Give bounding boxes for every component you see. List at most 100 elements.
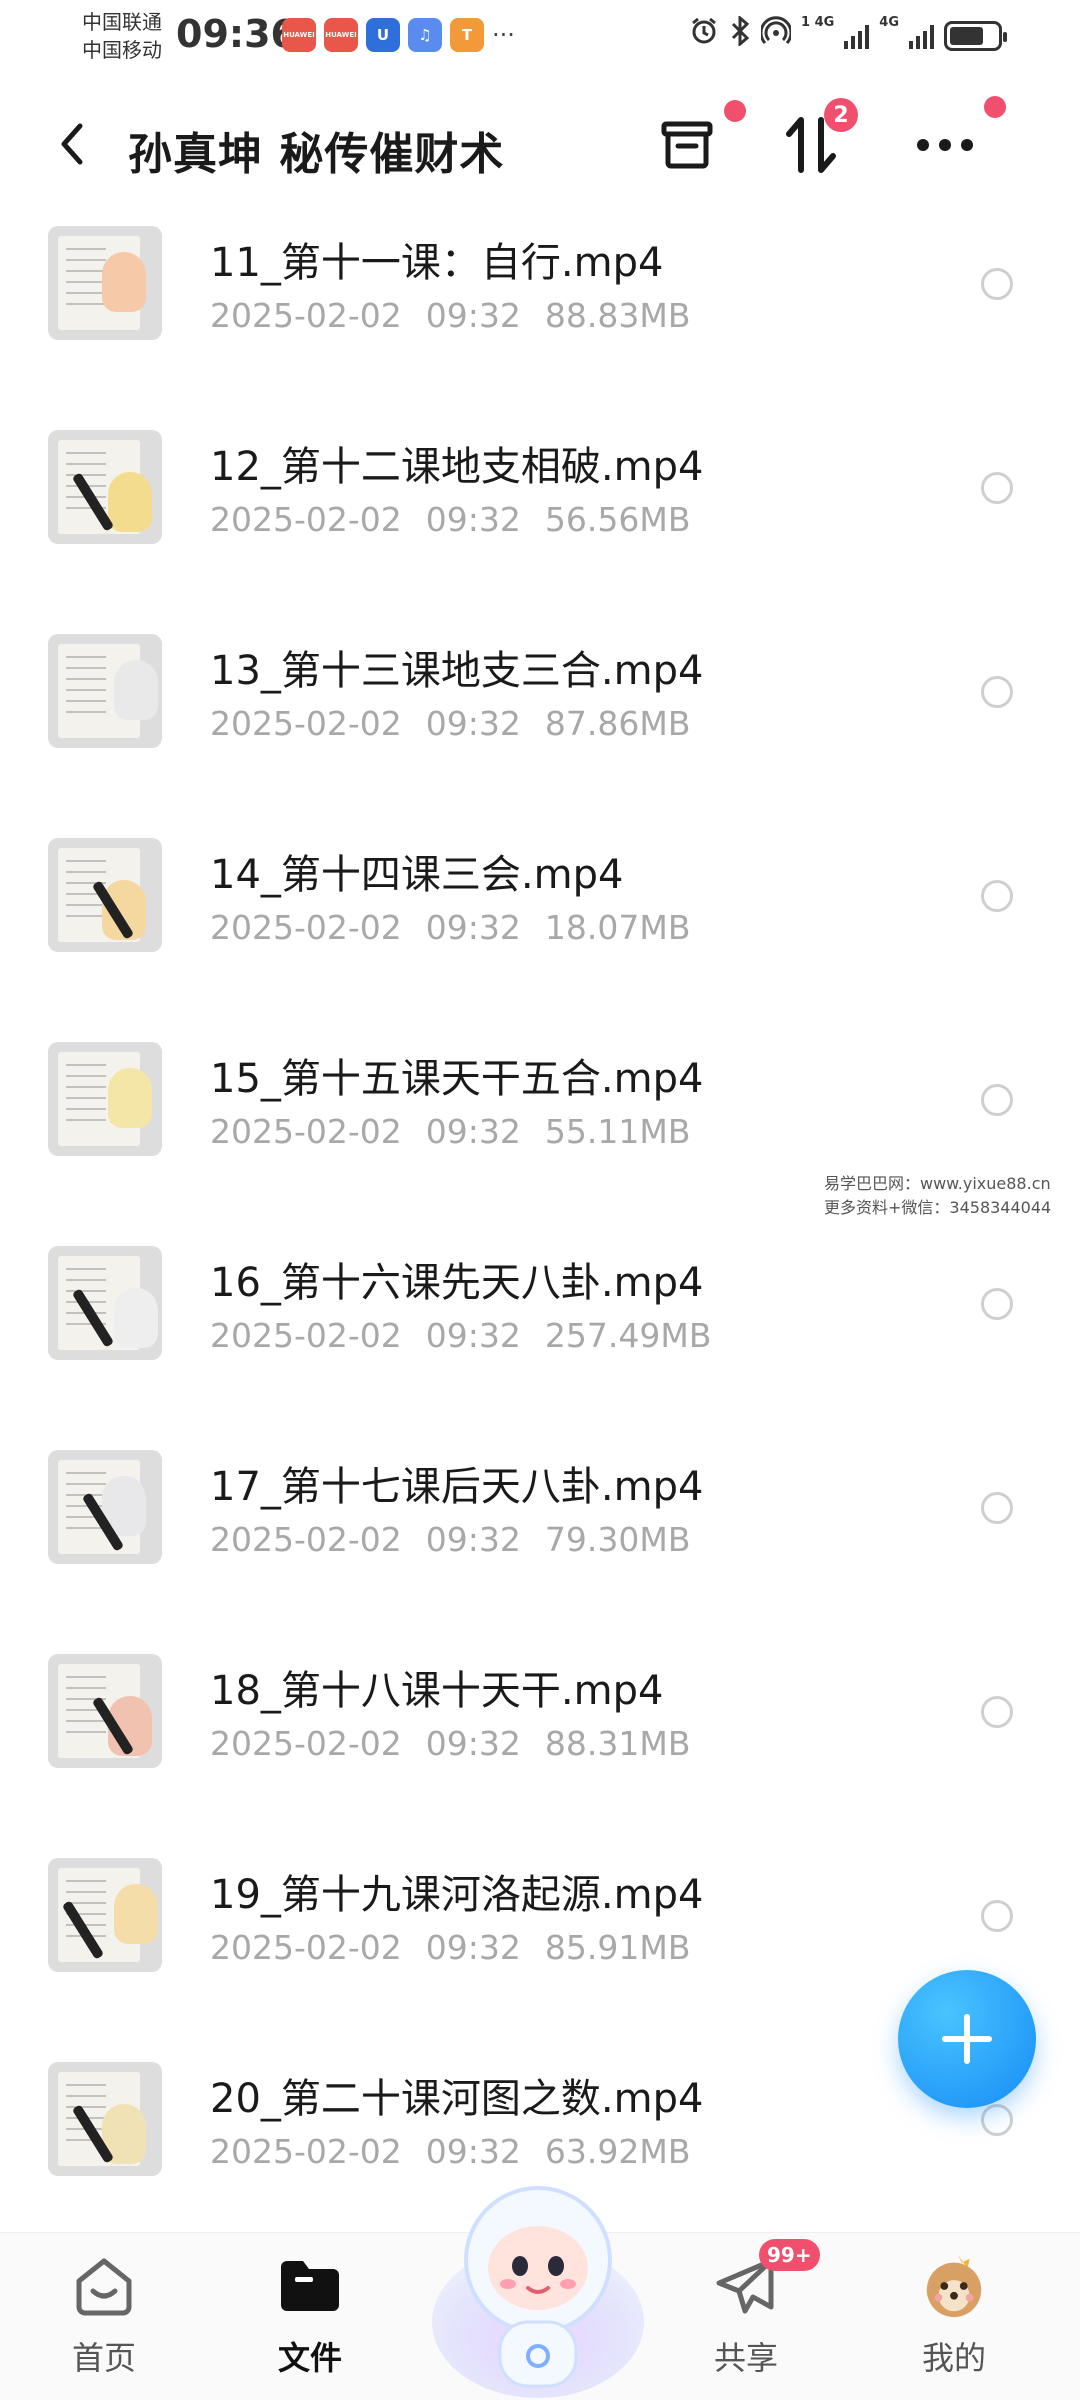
battery-icon <box>944 20 1007 51</box>
file-size: 88.31MB <box>544 1724 691 1763</box>
watermark-line-1: 易学巴巴网：www.yixue88.cn <box>824 1174 1051 1193</box>
paper-plane-icon: 99+ <box>711 2239 820 2321</box>
video-thumbnail <box>48 1858 162 1972</box>
nav-share[interactable]: 99+ 共享 <box>676 2239 820 2391</box>
select-checkbox[interactable] <box>981 472 1013 504</box>
file-meta: 2025-02-02 09:32 18.07MB <box>210 908 690 947</box>
file-size: 55.11MB <box>544 1112 691 1151</box>
file-size: 56.56MB <box>544 500 691 539</box>
file-meta: 2025-02-02 09:32 63.92MB <box>210 2132 690 2171</box>
file-time: 09:32 <box>425 2132 521 2171</box>
archive-button[interactable] <box>652 100 746 180</box>
file-size: 63.92MB <box>544 2132 691 2171</box>
file-name: 15_第十五课天干五合.mp4 <box>210 1056 704 1102</box>
video-thumbnail <box>48 1246 162 1360</box>
file-row[interactable]: 12_第十二课地支相破.mp4 2025-02-02 09:32 56.56MB <box>0 406 1080 610</box>
clock: 09:36 <box>176 12 297 56</box>
file-row[interactable]: 18_第十八课十天干.mp4 2025-02-02 09:32 88.31MB <box>0 1630 1080 1834</box>
file-date: 2025-02-02 <box>210 1520 402 1559</box>
video-thumbnail <box>48 2062 162 2176</box>
video-thumbnail <box>48 1042 162 1156</box>
video-thumbnail <box>48 1450 162 1564</box>
file-size: 79.30MB <box>544 1520 691 1559</box>
network-type-1: 1 4G <box>801 16 834 30</box>
select-checkbox[interactable] <box>981 268 1013 300</box>
ai-assistant-mascot-button[interactable] <box>428 2172 648 2398</box>
carrier-2: 中国移动 <box>82 38 162 62</box>
file-row[interactable]: 13_第十三课地支三合.mp4 2025-02-02 09:32 87.86MB <box>0 610 1080 814</box>
select-checkbox[interactable] <box>981 880 1013 912</box>
bluetooth-icon <box>729 14 751 55</box>
system-icons: 1 4G 4G <box>689 14 1007 55</box>
nav-mine-label: 我的 <box>921 2339 986 2377</box>
file-date: 2025-02-02 <box>210 1724 402 1763</box>
folder-icon <box>275 2251 345 2321</box>
file-name: 12_第十二课地支相破.mp4 <box>210 444 704 490</box>
music-icon: ♫ <box>408 18 442 52</box>
file-date: 2025-02-02 <box>210 1928 402 1967</box>
sort-badge: 2 <box>824 98 858 132</box>
file-name: 13_第十三课地支三合.mp4 <box>210 648 704 694</box>
select-checkbox[interactable] <box>981 676 1013 708</box>
select-checkbox[interactable] <box>981 1084 1013 1116</box>
file-meta: 2025-02-02 09:32 257.49MB <box>210 1316 711 1355</box>
select-checkbox[interactable] <box>981 2104 1013 2136</box>
file-size: 257.49MB <box>544 1316 712 1355</box>
watermark-line-2: 更多资料+微信：3458344044 <box>824 1198 1052 1217</box>
file-row[interactable]: 17_第十七课后天八卦.mp4 2025-02-02 09:32 79.30MB <box>0 1426 1080 1630</box>
select-checkbox[interactable] <box>981 1900 1013 1932</box>
back-button[interactable] <box>48 116 96 172</box>
more-dots-icon <box>917 139 973 151</box>
video-thumbnail <box>48 430 162 544</box>
nav-share-label: 共享 <box>713 2339 778 2377</box>
avatar <box>919 2251 989 2321</box>
more-notifications-indicator: ··· <box>492 21 515 49</box>
alarm-icon <box>689 16 719 55</box>
huawei-app-icon: HUAWEI <box>324 18 358 52</box>
file-time: 09:32 <box>425 1520 521 1559</box>
signal-strength-2-icon <box>909 23 934 49</box>
file-name: 16_第十六课先天八卦.mp4 <box>210 1260 704 1306</box>
file-date: 2025-02-02 <box>210 296 402 335</box>
sort-button[interactable]: 2 <box>776 98 858 180</box>
file-meta: 2025-02-02 09:32 79.30MB <box>210 1520 690 1559</box>
astronaut-mascot-icon <box>432 2186 644 2398</box>
file-time: 09:32 <box>425 704 521 743</box>
file-time: 09:32 <box>425 1928 521 1967</box>
file-name: 18_第十八课十天干.mp4 <box>210 1668 664 1714</box>
carrier-1: 中国联通 <box>82 10 162 34</box>
file-row[interactable]: 11_第十一课：自行.mp4 2025-02-02 09:32 88.83MB <box>0 202 1080 406</box>
add-button[interactable] <box>898 1970 1036 2108</box>
huawei-app-icon: HUAWEI <box>282 18 316 52</box>
file-meta: 2025-02-02 09:32 55.11MB <box>210 1112 690 1151</box>
back-arrow-icon <box>61 123 83 165</box>
select-checkbox[interactable] <box>981 1288 1013 1320</box>
network-slot-number: 1 <box>800 15 811 30</box>
file-name: 11_第十一课：自行.mp4 <box>210 240 664 286</box>
nav-files[interactable]: 文件 <box>240 2251 380 2391</box>
file-row[interactable]: 14_第十四课三会.mp4 2025-02-02 09:32 18.07MB <box>0 814 1080 1018</box>
nav-files-label: 文件 <box>277 2339 342 2377</box>
file-name: 20_第二十课河图之数.mp4 <box>210 2076 704 2122</box>
video-thumbnail <box>48 1654 162 1768</box>
nav-home[interactable]: 首页 <box>34 2251 174 2391</box>
file-time: 09:32 <box>425 1112 521 1151</box>
file-meta: 2025-02-02 09:32 87.86MB <box>210 704 690 743</box>
file-size: 88.83MB <box>544 296 691 335</box>
file-date: 2025-02-02 <box>210 704 402 743</box>
select-checkbox[interactable] <box>981 1492 1013 1524</box>
watermark: 易学巴巴网：www.yixue88.cn 更多资料+微信：3458344044 <box>824 1172 1051 1220</box>
nav-home-label: 首页 <box>71 2339 136 2377</box>
file-time: 09:32 <box>425 1724 521 1763</box>
hotspot-icon <box>759 16 793 55</box>
file-name: 14_第十四课三会.mp4 <box>210 852 624 898</box>
video-thumbnail <box>48 838 162 952</box>
nav-mine[interactable]: 我的 <box>884 2251 1024 2391</box>
file-date: 2025-02-02 <box>210 1112 402 1151</box>
signal-strength-1-icon <box>844 23 870 49</box>
select-checkbox[interactable] <box>981 1696 1013 1728</box>
more-notification-dot <box>984 96 1006 118</box>
status-bar: 中国联通 中国移动 09:36 HUAWEI HUAWEI U ♫ T ··· 1 4G … <box>0 0 1080 72</box>
more-options-button[interactable] <box>910 96 1006 180</box>
file-row[interactable]: 16_第十六课先天八卦.mp4 2025-02-02 09:32 257.49MB <box>0 1222 1080 1426</box>
